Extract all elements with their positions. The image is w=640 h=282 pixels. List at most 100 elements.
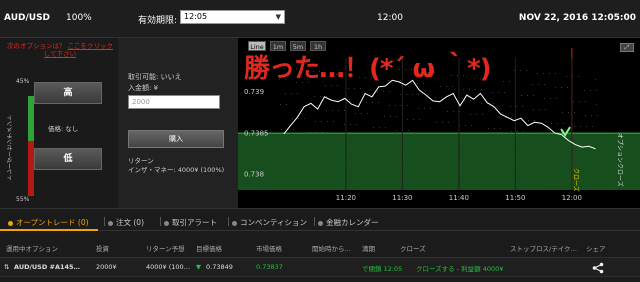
map-dot [584,90,585,91]
map-dot [573,101,574,102]
map-dot [494,128,495,129]
map-dot [544,98,545,99]
map-dot [309,107,310,108]
tab-orders[interactable]: 注文 (0) [108,217,144,228]
column-header: 運用中オプション [6,245,58,253]
map-dot [447,111,448,112]
map-dot [356,124,357,125]
map-dot [526,70,527,71]
map-dot [373,127,374,128]
map-dot [591,115,592,116]
map-dot [510,106,511,107]
map-dot [528,120,529,121]
expiry-time: 12:00 [377,13,403,23]
map-dot [304,118,305,119]
y-tick-label: 0.7385 [244,129,269,137]
column-header: 開始時から… [312,245,351,253]
tab-open-trades[interactable]: オープントレード (0) [8,217,89,228]
map-dot [378,102,379,103]
order-panel: 取引可能: いいえ 入金額: ¥ 2000 購入 リターン インザ・マネー: 4… [118,38,238,208]
column-header: シェア [586,245,606,253]
map-dot [488,128,489,129]
map-dot [596,104,597,105]
map-dot [470,100,471,101]
row-expected-return: 4000¥ (100… [146,263,191,271]
map-dot [580,126,581,127]
map-dot [354,88,355,89]
document-icon [232,220,237,226]
expiry-select[interactable]: 12:05 ▼ [180,10,285,24]
row-market-price: 0.73837 [256,263,283,271]
map-dot [384,116,385,117]
tab-label: 金融カレンダー [326,218,379,227]
map-dot [326,110,327,111]
map-dot [592,126,593,127]
map-dot [396,130,397,131]
map-dot [482,114,483,115]
map-dot [440,86,441,87]
map-dot [511,131,512,132]
map-dot [395,105,396,106]
map-dot [500,128,501,129]
map-dot [481,89,482,90]
chevron-down-icon: ▼ [275,13,281,21]
row-target-price: 0.73849 [206,263,233,271]
map-dot [538,84,539,85]
calendar-icon [318,220,323,226]
tab-divider [314,217,315,226]
map-dot [555,87,556,88]
map-dot [337,85,338,86]
payout-percent: 100% [66,13,92,23]
tab-divider [104,217,105,226]
low-button[interactable]: 低 [34,148,102,170]
price-chart[interactable]: 11:20 11:30 11:40 11:50 12:00 0.739 0.7385 0.73… [238,38,640,208]
tab-label: オープントレード (0) [16,218,89,227]
map-dot [331,85,332,86]
map-dot [383,91,384,92]
map-dot [469,89,470,90]
instruction-text: 次のオプションは？ ここをクリックして下さい [6,42,114,58]
map-dot [568,112,569,113]
map-dot [596,90,597,91]
map-dot [475,89,476,90]
buy-button[interactable]: 購入 [128,130,224,148]
map-dot [337,99,338,100]
table-row[interactable]: ⇅ AUD/USD #A145… 2000¥ 4000¥ (100… ▼ 0.7… [0,257,640,277]
map-dot [366,102,367,103]
trades-panel: オープントレード (0) 注文 (0) 取引アラート コンベンティション 金融カ… [0,208,640,282]
asset-pair[interactable]: AUD/USD [4,13,50,23]
map-dot [557,123,558,124]
map-dot [280,104,281,105]
high-button[interactable]: 高 [34,82,102,104]
expiry-select-value: 12:05 [184,12,208,21]
map-dot [349,99,350,100]
fullscreen-icon[interactable]: ⤢ [620,43,634,52]
y-tick-label: 0.738 [244,171,264,179]
x-tick-label: 11:30 [392,194,412,202]
map-dot [361,113,362,114]
map-dot [298,118,299,119]
map-dot [389,91,390,92]
map-dot [400,94,401,95]
map-dot [344,124,345,125]
map-dot [413,119,414,120]
map-dot [320,96,321,97]
map-dot [509,81,510,82]
map-dot [471,125,472,126]
tab-financial-calendar[interactable]: 金融カレンダー [318,217,379,228]
map-dot [333,121,334,122]
amount-input[interactable]: 2000 [128,95,220,109]
share-icon[interactable] [592,262,604,274]
tab-trade-alerts[interactable]: 取引アラート [164,217,217,228]
map-dot [555,73,556,74]
x-tick-label: 11:50 [505,194,525,202]
map-dot [350,124,351,125]
tab-conventions[interactable]: コンベンティション [232,217,307,228]
map-dot [396,116,397,117]
x-tick-label: 11:20 [336,194,356,202]
tab-divider [160,217,161,226]
active-tab-indicator [0,229,98,231]
map-dot [492,92,493,93]
row-expiry: で閉鎖 12:05 [362,265,403,273]
bell-icon [164,220,169,226]
